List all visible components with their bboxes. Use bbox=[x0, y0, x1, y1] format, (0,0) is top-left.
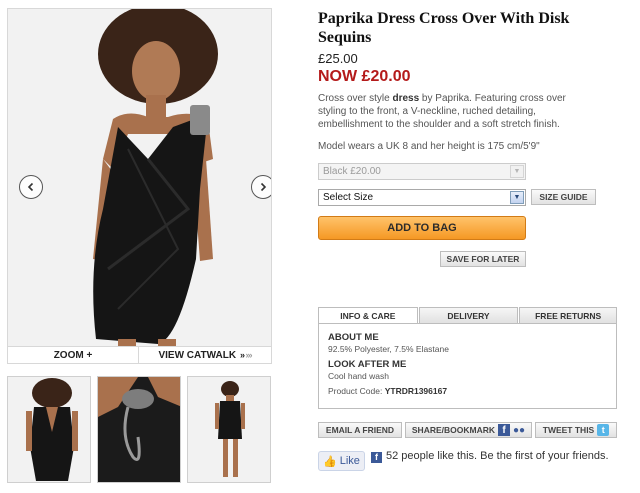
main-product-image[interactable] bbox=[7, 8, 272, 347]
like-count-text: f 52 people like this. Be the first of yo… bbox=[371, 450, 611, 463]
size-select-value: Select Size bbox=[323, 192, 374, 203]
chevron-left-icon bbox=[27, 182, 34, 192]
like-count-label: 52 people like this. Be the first of you… bbox=[386, 450, 609, 462]
share-bookmark-label: SHARE/BOOKMARK bbox=[411, 425, 496, 435]
add-to-bag-button[interactable]: ADD TO BAG bbox=[318, 216, 526, 240]
product-code: Product Code: YTRDR1396167 bbox=[328, 386, 607, 396]
thumbnail-full-length[interactable] bbox=[187, 376, 271, 483]
facebook-icon: f bbox=[371, 452, 382, 463]
description-keyword: dress bbox=[392, 93, 420, 104]
about-heading: ABOUT ME bbox=[328, 332, 379, 343]
tweet-this-button[interactable]: TWEET THIS t bbox=[535, 422, 617, 438]
description-start: Cross over style bbox=[318, 93, 393, 104]
chevrons-icon: ›› ››› bbox=[240, 350, 253, 360]
thumbnail-shoulder-detail-photo bbox=[98, 377, 180, 482]
tweet-this-label: TWEET THIS bbox=[542, 425, 595, 435]
tab-info-care[interactable]: INFO & CARE bbox=[318, 307, 418, 324]
original-price: £25.00 bbox=[318, 51, 358, 66]
thumbnail-back-view-photo bbox=[8, 377, 90, 482]
next-image-button[interactable] bbox=[251, 175, 271, 199]
chevron-right-icon bbox=[260, 182, 267, 192]
facebook-like-button[interactable]: 👍 Like bbox=[318, 451, 365, 471]
colour-select[interactable]: Black £20.00 ▼ bbox=[318, 163, 526, 180]
model-photo bbox=[8, 9, 271, 346]
thumbnail-back-view[interactable] bbox=[7, 376, 91, 483]
like-label: Like bbox=[339, 455, 360, 467]
zoom-button[interactable]: ZOOM + bbox=[8, 347, 139, 363]
size-select[interactable]: Select Size ▼ bbox=[318, 189, 526, 206]
image-toolbar: ZOOM + VIEW CATWALK ›› ››› bbox=[7, 347, 272, 364]
facebook-icon: f bbox=[498, 424, 511, 436]
product-description: Cross over style dress by Paprika. Featu… bbox=[318, 92, 580, 131]
view-catwalk-button[interactable]: VIEW CATWALK ›› ››› bbox=[139, 347, 271, 363]
thumbnail-full-length-photo bbox=[188, 377, 270, 482]
save-for-later-button[interactable]: SAVE FOR LATER bbox=[440, 251, 526, 267]
info-care-panel: ABOUT ME 92.5% Polyester, 7.5% Elastane … bbox=[318, 323, 617, 409]
email-a-friend-button[interactable]: EMAIL A FRIEND bbox=[318, 422, 402, 438]
tab-delivery[interactable]: DELIVERY bbox=[418, 307, 519, 324]
product-code-value: YTRDR1396167 bbox=[384, 386, 448, 396]
tab-free-returns[interactable]: FREE RETURNS bbox=[519, 307, 618, 324]
view-catwalk-label: VIEW CATWALK bbox=[158, 349, 237, 361]
care-heading: LOOK AFTER ME bbox=[328, 359, 407, 370]
thumbs-up-icon: 👍 bbox=[323, 455, 337, 468]
chevron-down-icon: ▼ bbox=[510, 191, 524, 204]
product-title: Paprika Dress Cross Over With Disk Sequi… bbox=[318, 10, 570, 46]
sale-price: NOW £20.00 bbox=[318, 68, 411, 85]
thumbnail-shoulder-detail[interactable] bbox=[97, 376, 181, 483]
previous-image-button[interactable] bbox=[19, 175, 43, 199]
twitter-icon: t bbox=[597, 424, 610, 436]
about-text: 92.5% Polyester, 7.5% Elastane bbox=[328, 344, 449, 354]
share-people-icon: ●● bbox=[513, 424, 526, 436]
model-size-note: Model wears a UK 8 and her height is 175… bbox=[318, 141, 540, 152]
chevron-down-icon: ▼ bbox=[510, 165, 524, 178]
care-text: Cool hand wash bbox=[328, 371, 389, 381]
colour-select-value: Black £20.00 bbox=[323, 166, 381, 177]
product-code-label: Product Code: bbox=[328, 386, 385, 396]
share-bookmark-button[interactable]: SHARE/BOOKMARK f ●● bbox=[405, 422, 532, 438]
size-guide-button[interactable]: SIZE GUIDE bbox=[531, 189, 596, 205]
info-tabs: INFO & CARE DELIVERY FREE RETURNS bbox=[318, 307, 618, 324]
